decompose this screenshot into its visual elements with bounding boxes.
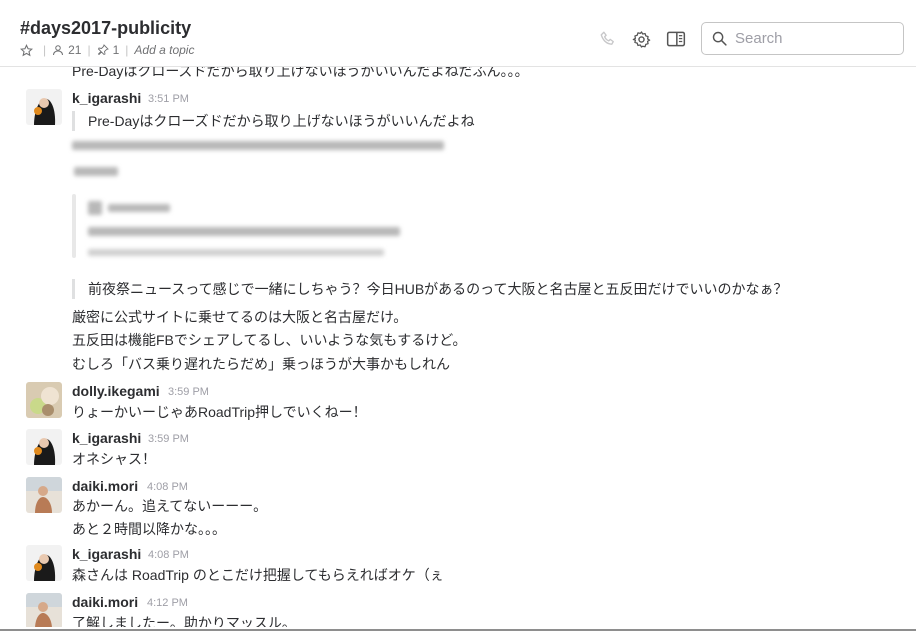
blurred-avatar	[88, 201, 102, 215]
blurred-text	[88, 249, 384, 256]
message-text: 厳密に公式サイトに乗せてるのは大阪と名古屋だけ。	[72, 309, 408, 325]
sidebar-toggle-icon[interactable]	[666, 29, 686, 49]
gear-icon[interactable]	[631, 29, 651, 49]
author-name[interactable]: k_igarashi	[72, 90, 141, 106]
avatar[interactable]	[26, 545, 62, 581]
person-icon	[53, 45, 64, 56]
add-topic-link[interactable]: Add a topic	[134, 43, 194, 57]
attachment-border	[72, 194, 76, 258]
channel-title[interactable]: #days2017-publicity	[20, 18, 191, 39]
author-name[interactable]: daiki.mori	[72, 478, 138, 494]
message-text: オネシャス！	[72, 451, 156, 467]
search-input[interactable]	[733, 29, 897, 48]
members-count[interactable]: 21	[52, 43, 81, 57]
message-text: あと２時間以降かな。。。	[72, 521, 226, 537]
search-box[interactable]	[701, 22, 904, 55]
pins-count[interactable]: 1	[97, 43, 120, 57]
timestamp[interactable]: 3:59 PM	[148, 433, 189, 445]
timestamp[interactable]: 4:08 PM	[147, 481, 188, 493]
search-icon	[711, 30, 728, 47]
blurred-text	[88, 227, 400, 236]
author-name[interactable]: daiki.mori	[72, 594, 138, 610]
timestamp[interactable]: 3:51 PM	[148, 93, 189, 105]
blurred-text	[74, 167, 118, 176]
avatar[interactable]	[26, 89, 62, 125]
message-text: 了解しましたー。助かりマッスル。	[72, 615, 296, 627]
quote-text: Pre-Dayはクローズドだから取り上げないほうがいいんだよね	[72, 111, 475, 131]
author-name[interactable]: dolly.ikegami	[72, 383, 160, 399]
message-text: 森さんは RoadTrip のとこだけ把握してもらえればオケ（ぇ	[72, 567, 444, 583]
timestamp[interactable]: 4:08 PM	[148, 549, 189, 561]
timestamp[interactable]: 4:12 PM	[147, 597, 188, 609]
message-text: あかーん。追えてないーーー。	[72, 498, 268, 514]
members-count-value: 21	[68, 43, 82, 57]
author-name[interactable]: k_igarashi	[72, 546, 141, 562]
star-icon[interactable]	[20, 43, 37, 57]
channel-header: #days2017-publicity | 21 | 1 | Add a top…	[0, 0, 916, 67]
timestamp[interactable]: 3:59 PM	[168, 386, 209, 398]
avatar[interactable]	[26, 429, 62, 465]
avatar[interactable]	[26, 382, 62, 418]
channel-meta: | 21 | 1 | Add a topic	[20, 43, 194, 57]
avatar[interactable]	[26, 593, 62, 627]
pin-icon	[97, 44, 109, 56]
message-text: りょーかいーじゃあRoadTrip押しでいくねー！	[72, 404, 367, 420]
meta-divider: |	[87, 43, 91, 57]
phone-icon[interactable]	[598, 29, 618, 49]
message-list[interactable]: Pre-Dayはクローズドだから取り上げないほうがいいんだよねだふん。。。 k_…	[0, 67, 916, 627]
message-text: Pre-Dayはクローズドだから取り上げないほうがいいんだよねだふん。。。	[72, 67, 529, 79]
message-text: 五反田は機能FBでシェアしてるし、いいような気もするけど。	[72, 332, 467, 348]
author-name[interactable]: k_igarashi	[72, 430, 141, 446]
pins-count-value: 1	[112, 43, 120, 57]
blurred-text	[108, 204, 170, 212]
blurred-text	[72, 141, 444, 150]
meta-divider: |	[125, 43, 129, 57]
meta-divider: |	[43, 43, 47, 57]
quote-text: 前夜祭ニュースって感じで一緒にしちゃう？今日HUBがあるのって大阪と名古屋と五反…	[72, 279, 787, 299]
avatar[interactable]	[26, 477, 62, 513]
message-text: むしろ「バス乗り遅れたらだめ」乗っほうが大事かもしれん	[72, 356, 450, 372]
